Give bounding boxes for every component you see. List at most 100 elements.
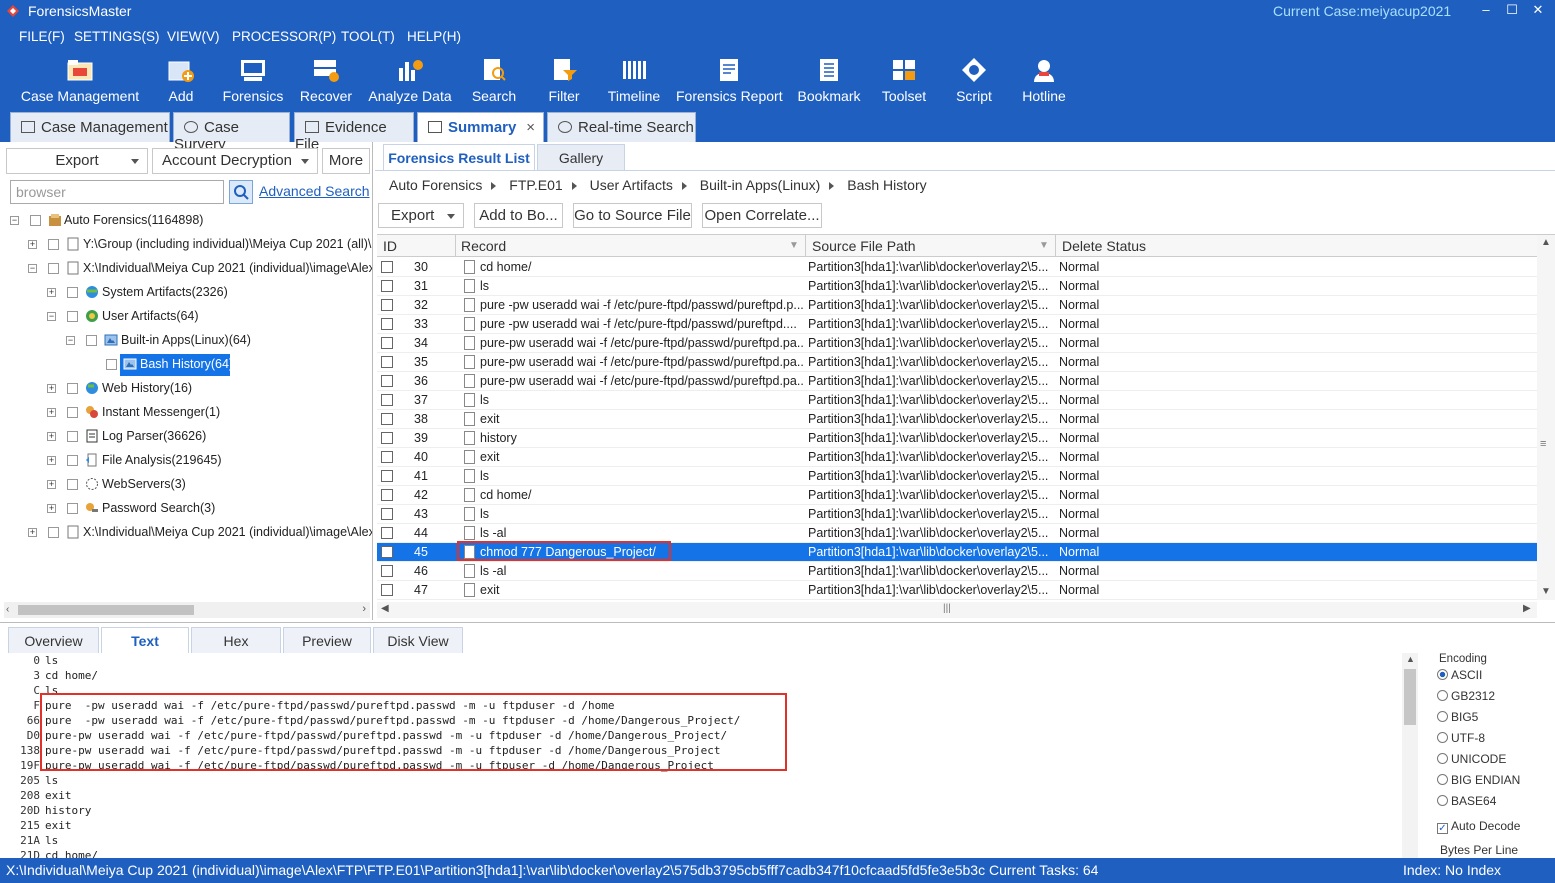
tab-gallery[interactable]: Gallery bbox=[537, 144, 625, 170]
minimize-button[interactable]: – bbox=[1476, 2, 1496, 20]
tab-preview[interactable]: Preview bbox=[283, 627, 371, 653]
expand-icon[interactable]: + bbox=[47, 408, 56, 417]
open-correlate-button[interactable]: Open Correlate... bbox=[702, 203, 822, 228]
tree-checkbox[interactable] bbox=[67, 479, 78, 490]
tab-evidence-file[interactable]: Evidence File bbox=[294, 112, 414, 153]
scroll-left-icon[interactable]: ◀ bbox=[381, 603, 389, 614]
tab-disk-view[interactable]: Disk View bbox=[373, 627, 463, 653]
row-checkbox[interactable] bbox=[381, 394, 393, 406]
filter-icon[interactable]: ▼ bbox=[1039, 240, 1049, 251]
row-checkbox[interactable] bbox=[381, 470, 393, 482]
expand-icon[interactable]: + bbox=[47, 384, 56, 393]
advanced-search-link[interactable]: Advanced Search bbox=[259, 183, 370, 199]
scroll-left-icon[interactable]: ‹ bbox=[6, 604, 9, 615]
table-row[interactable]: 41 ls Partition3[hda1]:\var\lib\docker\ove… bbox=[377, 467, 1537, 486]
hotline-button[interactable]: Hotline bbox=[1018, 50, 1070, 110]
text-vertical-scrollbar[interactable]: ▲ bbox=[1402, 653, 1418, 858]
column-delete-status[interactable]: Delete Status bbox=[1062, 238, 1146, 254]
tree-checkbox[interactable] bbox=[67, 407, 78, 418]
table-row[interactable]: 42 cd home/Partition3[hda1]:\var\lib\dock… bbox=[377, 486, 1537, 505]
row-checkbox[interactable] bbox=[381, 299, 393, 311]
encoding-option[interactable]: BIG5 bbox=[1437, 710, 1478, 728]
menu-settings[interactable]: SETTINGS(S) bbox=[74, 29, 160, 44]
tree-checkbox[interactable] bbox=[48, 239, 59, 250]
scroll-down-icon[interactable]: ▼ bbox=[1541, 586, 1551, 597]
tab-forensics-result-list[interactable]: Forensics Result List bbox=[383, 144, 535, 170]
tree-node-file-analysis[interactable]: + File Analysis(219645) bbox=[45, 450, 372, 472]
column-record[interactable]: Record bbox=[461, 238, 506, 254]
column-id[interactable]: ID bbox=[383, 238, 397, 254]
auto-decode-checkbox[interactable]: ✓ Auto Decode bbox=[1437, 819, 1520, 837]
table-row[interactable]: 37 ls Partition3[hda1]:\var\lib\docker\ove… bbox=[377, 391, 1537, 410]
table-row[interactable]: 46 ls -al Partition3[hda1]:\var\lib\docker… bbox=[377, 562, 1537, 581]
row-checkbox[interactable] bbox=[381, 546, 393, 558]
analyze-data-button[interactable]: Analyze Data bbox=[366, 50, 454, 110]
tab-case-management[interactable]: Case Management bbox=[10, 112, 170, 142]
tree-checkbox[interactable] bbox=[67, 431, 78, 442]
tree-node-web-history[interactable]: + Web History(16) bbox=[45, 378, 372, 400]
expand-icon[interactable]: + bbox=[28, 240, 37, 249]
tree-node-alex-image-2[interactable]: + X:\Individual\Meiya Cup 2021 (individu… bbox=[26, 522, 372, 544]
breadcrumb-item[interactable]: Bash History bbox=[847, 177, 926, 193]
row-checkbox[interactable] bbox=[381, 375, 393, 387]
recover-button[interactable]: Recover bbox=[297, 50, 355, 110]
tree-node-instant-messenger[interactable]: + Instant Messenger(1) bbox=[45, 402, 372, 424]
collapse-icon[interactable]: − bbox=[28, 264, 37, 273]
tree-node-builtin-apps-linux[interactable]: − Built-in Apps(Linux)(64) bbox=[64, 330, 372, 352]
tree-node-alex-image[interactable]: − X:\Individual\Meiya Cup 2021 (individu… bbox=[26, 258, 372, 280]
search-input[interactable]: browser bbox=[10, 180, 224, 204]
tree-horizontal-scrollbar[interactable]: ‹ › bbox=[4, 602, 370, 618]
tree-node-webservers[interactable]: + WebServers(3) bbox=[45, 474, 372, 496]
tab-close-icon[interactable]: × bbox=[526, 119, 535, 136]
expand-icon[interactable]: + bbox=[47, 432, 56, 441]
tree-checkbox[interactable] bbox=[86, 335, 97, 346]
filter-button[interactable]: Filter bbox=[540, 50, 588, 110]
expand-icon[interactable]: + bbox=[47, 456, 56, 465]
menu-view[interactable]: VIEW(V) bbox=[167, 29, 220, 44]
row-checkbox[interactable] bbox=[381, 584, 393, 596]
breadcrumb-item[interactable]: User Artifacts bbox=[590, 177, 673, 193]
table-row[interactable]: 33 pure -pw useradd wai -f /etc/pure-ftpd… bbox=[377, 315, 1537, 334]
encoding-option[interactable]: GB2312 bbox=[1437, 689, 1495, 707]
scroll-up-icon[interactable]: ▲ bbox=[1406, 654, 1415, 664]
column-source-file-path[interactable]: Source File Path bbox=[812, 238, 916, 254]
table-row[interactable]: 31 ls Partition3[hda1]:\var\lib\docker\ove… bbox=[377, 277, 1537, 296]
tree-node-user-artifacts[interactable]: − User Artifacts(64) bbox=[45, 306, 372, 328]
tree-checkbox[interactable] bbox=[106, 359, 117, 370]
expand-icon[interactable]: + bbox=[28, 528, 37, 537]
tab-overview[interactable]: Overview bbox=[8, 627, 99, 653]
table-horizontal-scrollbar[interactable]: ◀ ||| ▶ bbox=[377, 602, 1537, 618]
tree-node-log-parser[interactable]: + Log Parser(36626) bbox=[45, 426, 372, 448]
table-row[interactable]: 35 pure-pw useradd wai -f /etc/pure-ftpd/… bbox=[377, 353, 1537, 372]
encoding-option[interactable]: ASCII bbox=[1437, 668, 1482, 686]
collapse-icon[interactable]: − bbox=[66, 336, 75, 345]
scroll-thumb[interactable] bbox=[18, 605, 194, 615]
row-checkbox[interactable] bbox=[381, 356, 393, 368]
row-checkbox[interactable] bbox=[381, 527, 393, 539]
tree-node-auto-forensics[interactable]: − Auto Forensics(1164898) bbox=[8, 210, 372, 232]
tab-text[interactable]: Text bbox=[101, 627, 189, 653]
encoding-option[interactable]: UTF-8 bbox=[1437, 731, 1485, 749]
search-button[interactable]: Search bbox=[468, 50, 520, 110]
tree-checkbox[interactable] bbox=[67, 311, 78, 322]
expand-icon[interactable]: + bbox=[47, 480, 56, 489]
menu-tool[interactable]: TOOL(T) bbox=[341, 29, 395, 44]
row-checkbox[interactable] bbox=[381, 451, 393, 463]
tree-checkbox[interactable] bbox=[48, 263, 59, 274]
tree-checkbox[interactable] bbox=[67, 287, 78, 298]
scroll-thumb[interactable] bbox=[1404, 669, 1416, 725]
table-row[interactable]: 40 exit Partition3[hda1]:\var\lib\docker\o… bbox=[377, 448, 1537, 467]
row-checkbox[interactable] bbox=[381, 337, 393, 349]
table-row[interactable]: 39 history Partition3[hda1]:\var\lib\docke… bbox=[377, 429, 1537, 448]
table-row[interactable]: 43 ls Partition3[hda1]:\var\lib\docker\ove… bbox=[377, 505, 1537, 524]
expand-icon[interactable]: + bbox=[47, 504, 56, 513]
tab-hex[interactable]: Hex bbox=[191, 627, 281, 653]
table-row[interactable]: 47 exit Partition3[hda1]:\var\lib\docker\o… bbox=[377, 581, 1537, 600]
breadcrumb-item[interactable]: Auto Forensics bbox=[389, 177, 482, 193]
tree-checkbox[interactable] bbox=[30, 215, 41, 226]
breadcrumb-item[interactable]: Built-in Apps(Linux) bbox=[700, 177, 821, 193]
tab-realtime-search[interactable]: Real-time Search bbox=[547, 112, 696, 142]
account-decryption-dropdown[interactable]: Account Decryption bbox=[152, 148, 318, 174]
tree-node-group-image[interactable]: + Y:\Group (including individual)\Meiya … bbox=[26, 234, 372, 256]
add-button[interactable]: Add bbox=[155, 50, 207, 110]
